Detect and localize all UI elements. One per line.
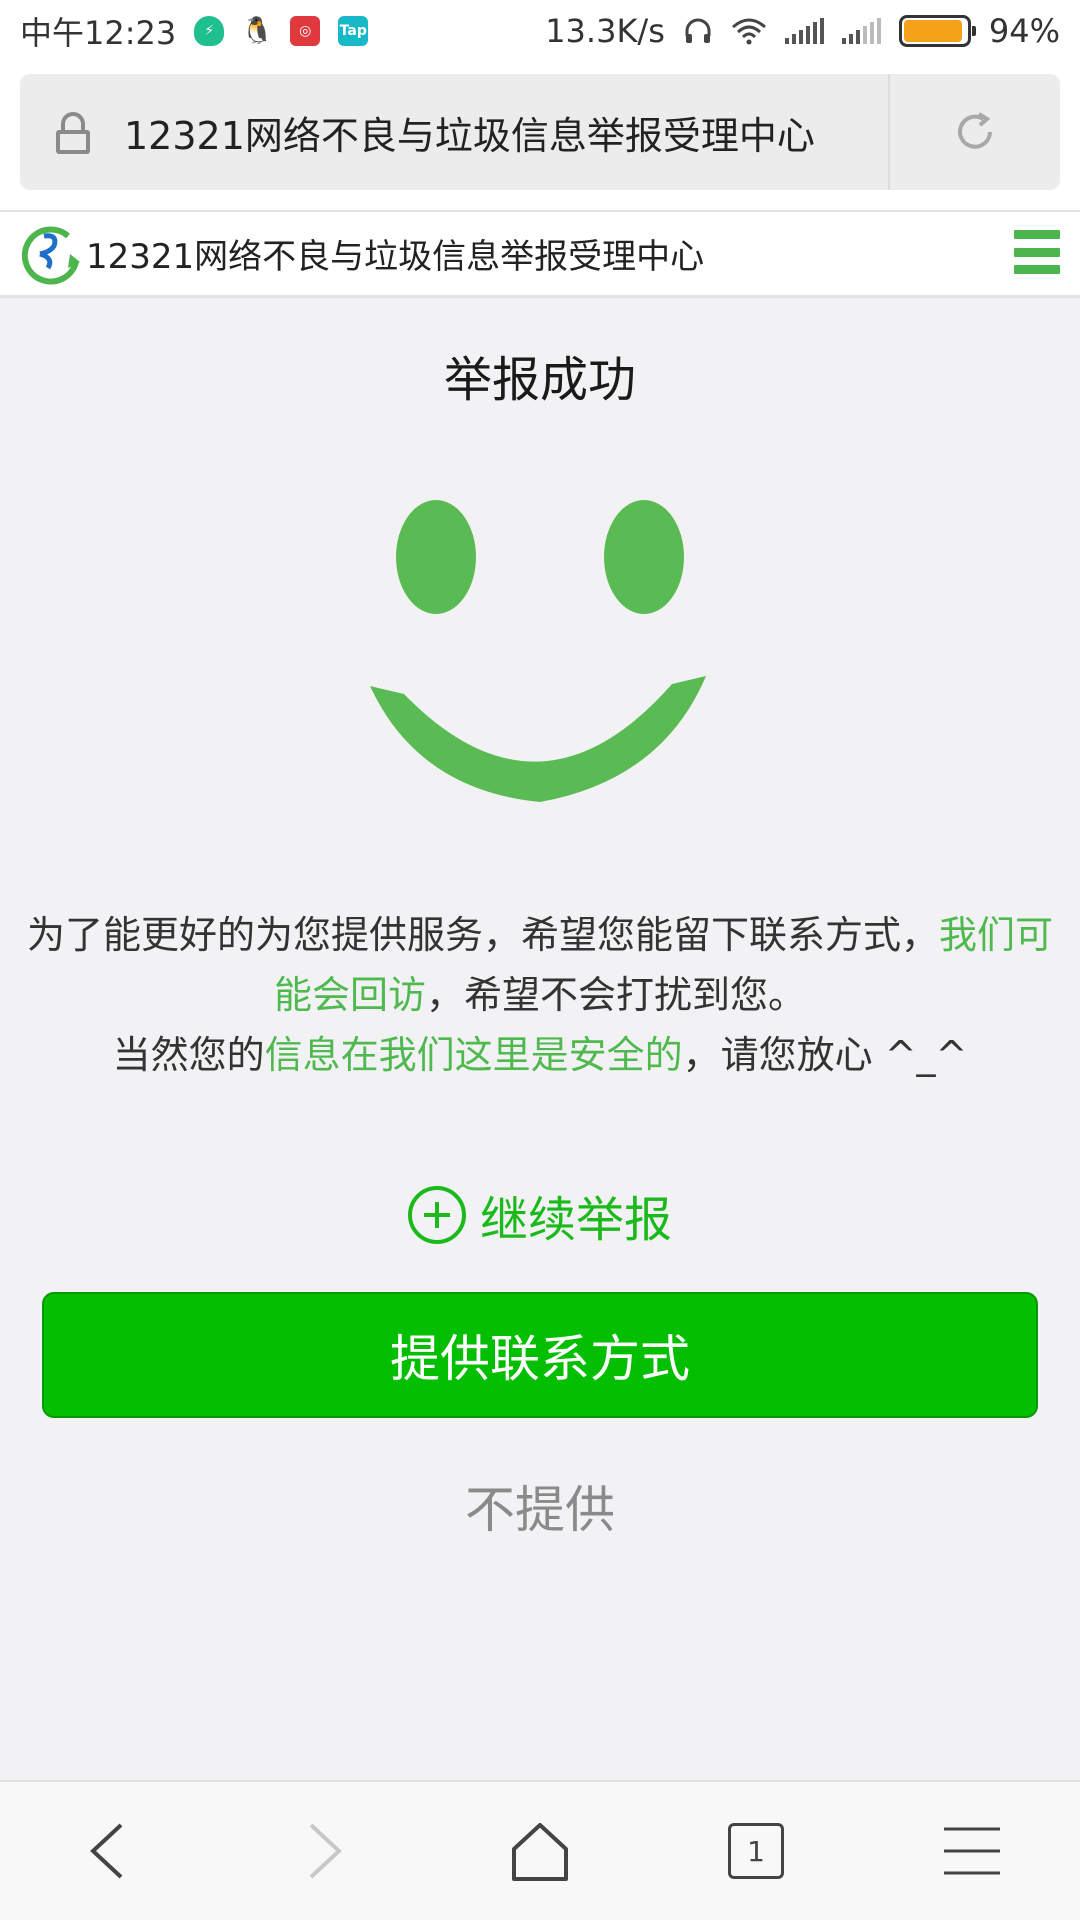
message-text: 当然您的 [112, 1033, 265, 1077]
continue-report-link[interactable]: 继续举报 [0, 1180, 1080, 1250]
message-line-2: 能会回访，希望不会打扰到您。 [0, 965, 1080, 1025]
info-message: 为了能更好的为您提供服务，希望您能留下联系方式，我们可 能会回访，希望不会打扰到… [0, 905, 1080, 1085]
decline-button[interactable]: 不提供 [0, 1470, 1080, 1542]
message-text: 为了能更好的为您提供服务，希望您能留下联系方式， [26, 913, 939, 957]
site-header: 12321网络不良与垃圾信息举报受理中心 [0, 210, 1080, 298]
home-icon [512, 1823, 568, 1881]
netease-icon: ◎ [290, 16, 321, 46]
continue-report-label: 继续举报 [479, 1192, 672, 1248]
forward-button[interactable] [264, 1801, 384, 1901]
signal-icon [784, 18, 824, 44]
shield-icon: ⚡ [194, 16, 225, 46]
browser-toolbar: 12321网络不良与垃圾信息举报受理中心 [0, 62, 1080, 210]
lock-icon [56, 112, 90, 154]
qq-icon: 🐧 [241, 16, 274, 46]
address-text: 12321网络不良与垃圾信息举报受理中心 [124, 113, 815, 158]
page-title: 举报成功 [443, 352, 636, 408]
tabs-count: 1 [728, 1823, 784, 1879]
address-bar[interactable]: 12321网络不良与垃圾信息举报受理中心 [20, 74, 1060, 190]
site-title[interactable]: 12321网络不良与垃圾信息举报受理中心 [86, 229, 704, 278]
net-speed: 13.3K/s [545, 12, 665, 50]
back-button[interactable] [48, 1801, 168, 1901]
signal-icon-2 [841, 18, 881, 44]
battery-level [903, 20, 963, 42]
message-highlight: 能会回访 [273, 973, 426, 1017]
battery-icon [898, 15, 976, 47]
provide-contact-button[interactable]: 提供联系方式 [42, 1292, 1038, 1418]
message-highlight: 信息在我们这里是安全的 [264, 1033, 683, 1077]
taptap-icon: Tap [338, 16, 369, 46]
status-right: 13.3K/s 94% [545, 12, 1060, 50]
message-line-3: 当然您的信息在我们这里是安全的，请您放心 ^_^ [0, 1025, 1080, 1085]
message-line-1: 为了能更好的为您提供服务，希望您能留下联系方式，我们可 [0, 905, 1080, 965]
reload-icon [958, 112, 992, 149]
back-arrow-icon [90, 1823, 123, 1879]
message-text: ，希望不会打扰到您。 [426, 973, 807, 1017]
wifi-icon [731, 18, 766, 45]
site-logo[interactable] [18, 222, 82, 286]
smiley-icon [370, 500, 706, 802]
menu-button[interactable] [912, 1801, 1032, 1901]
menu-icon[interactable] [1014, 230, 1060, 274]
status-left: 中午12:23 ⚡ 🐧 ◎ Tap [20, 8, 369, 54]
status-bar: 中午12:23 ⚡ 🐧 ◎ Tap 13.3K/s 94% [0, 0, 1080, 62]
plus-circle-icon [407, 1186, 466, 1244]
battery-percent: 94% [988, 12, 1060, 50]
home-button[interactable] [480, 1801, 600, 1901]
tabs-button[interactable]: 1 [696, 1801, 816, 1901]
message-text: ，请您放心 ^_^ [682, 1033, 968, 1077]
status-time: 中午12:23 [20, 14, 177, 52]
headphones-icon [685, 18, 711, 43]
hamburger-icon [944, 1827, 1000, 1875]
browser-bottom-nav: 1 [0, 1780, 1080, 1920]
url-field[interactable]: 12321网络不良与垃圾信息举报受理中心 [20, 74, 890, 190]
reload-button[interactable] [890, 74, 1060, 190]
forward-arrow-icon [309, 1823, 342, 1879]
message-highlight: 我们可 [939, 913, 1054, 957]
